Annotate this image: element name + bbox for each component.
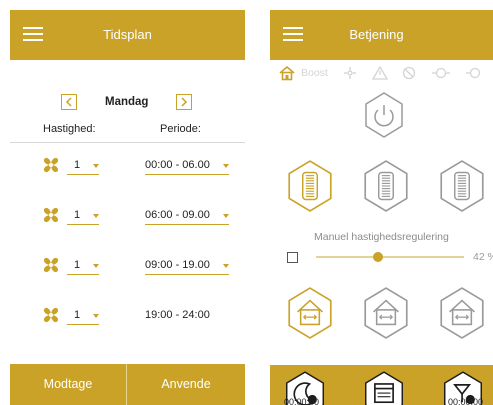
- apply-button[interactable]: Anvende: [127, 364, 245, 405]
- manual-speed-checkbox[interactable]: [287, 252, 298, 263]
- home-mode-icon: [279, 65, 295, 81]
- period-value: 06:00 - 09.00: [145, 209, 210, 221]
- filter-off-icon: [402, 66, 416, 80]
- chevron-left-icon: [65, 97, 72, 107]
- period-select[interactable]: 06:00 - 09.00: [145, 208, 229, 225]
- receive-button[interactable]: Modtage: [10, 364, 126, 405]
- screen-title: Tidsplan: [103, 27, 152, 42]
- speed-select[interactable]: 1: [67, 258, 99, 275]
- away-mode-button[interactable]: [362, 286, 410, 340]
- speed-slider-thumb[interactable]: [373, 252, 384, 262]
- period-select[interactable]: 09:00 - 19.00: [145, 258, 229, 275]
- dropdown-caret-icon: [93, 314, 99, 318]
- speed-value: 1: [74, 209, 81, 221]
- dropdown-caret-icon: [223, 264, 229, 268]
- period-select[interactable]: 00:00 - 06.00: [145, 158, 229, 175]
- divider: [10, 142, 245, 143]
- fan-icon: [43, 207, 59, 223]
- screen-title: Betjening: [349, 27, 404, 42]
- power-button[interactable]: [363, 91, 405, 139]
- period-value: 19:00 - 24:00: [145, 309, 210, 321]
- footer-bar: Modtage Anvende: [10, 364, 245, 405]
- extended-away-button[interactable]: [438, 286, 486, 340]
- dropdown-caret-icon: [93, 164, 99, 168]
- warning-icon: [372, 66, 388, 80]
- app-bar: Tidsplan: [10, 10, 245, 60]
- sensor-icon: [432, 67, 450, 79]
- speed-medium-button[interactable]: [362, 159, 410, 213]
- boost-status-label: Boost: [301, 67, 328, 79]
- fan-icon: [43, 257, 59, 273]
- schedule-button[interactable]: [363, 370, 405, 405]
- schedule-screen: Tidsplan Mandag Hastighed: Periode: 1 00:…: [10, 10, 245, 405]
- speed-column-header: Hastighed:: [43, 123, 96, 135]
- speed-select[interactable]: 1: [67, 208, 99, 225]
- app-bar: Betjening: [270, 10, 493, 60]
- speed-slider-track[interactable]: [316, 252, 464, 262]
- speed-low-button[interactable]: [286, 159, 334, 213]
- next-day-button[interactable]: [176, 94, 192, 110]
- speed-value: 1: [74, 259, 81, 271]
- previous-day-button[interactable]: [61, 94, 77, 110]
- speed-value: 1: [74, 309, 81, 321]
- slider-percent: 42 %: [473, 251, 493, 263]
- dropdown-caret-icon: [93, 214, 99, 218]
- period-value: 00:00 - 06.00: [145, 159, 210, 171]
- dropdown-caret-icon: [93, 264, 99, 268]
- control-screen: Betjening Boost Manuel hastighedsreguler…: [270, 10, 493, 405]
- home-mode-button[interactable]: [286, 286, 334, 340]
- speed-select[interactable]: 1: [67, 158, 99, 175]
- day-label: Mandag: [105, 96, 149, 108]
- fan-icon: [43, 157, 59, 173]
- period-column-header: Periode:: [160, 123, 201, 135]
- night-timer-value: 00:00:00: [284, 397, 320, 405]
- chevron-right-icon: [181, 97, 188, 107]
- fan-icon: [43, 307, 59, 323]
- dropdown-caret-icon: [223, 214, 229, 218]
- speed-value: 1: [74, 159, 81, 171]
- period-value: 09:00 - 19.00: [145, 259, 210, 271]
- speed-high-button[interactable]: [438, 159, 486, 213]
- fan-status-icon: [344, 67, 356, 79]
- party-timer-value: 00:00:00: [448, 397, 484, 405]
- temperature-icon: [466, 67, 481, 79]
- speed-select[interactable]: 1: [67, 308, 99, 325]
- manual-speed-label: Manuel hastighedsregulering: [314, 231, 449, 243]
- dropdown-caret-icon: [223, 164, 229, 168]
